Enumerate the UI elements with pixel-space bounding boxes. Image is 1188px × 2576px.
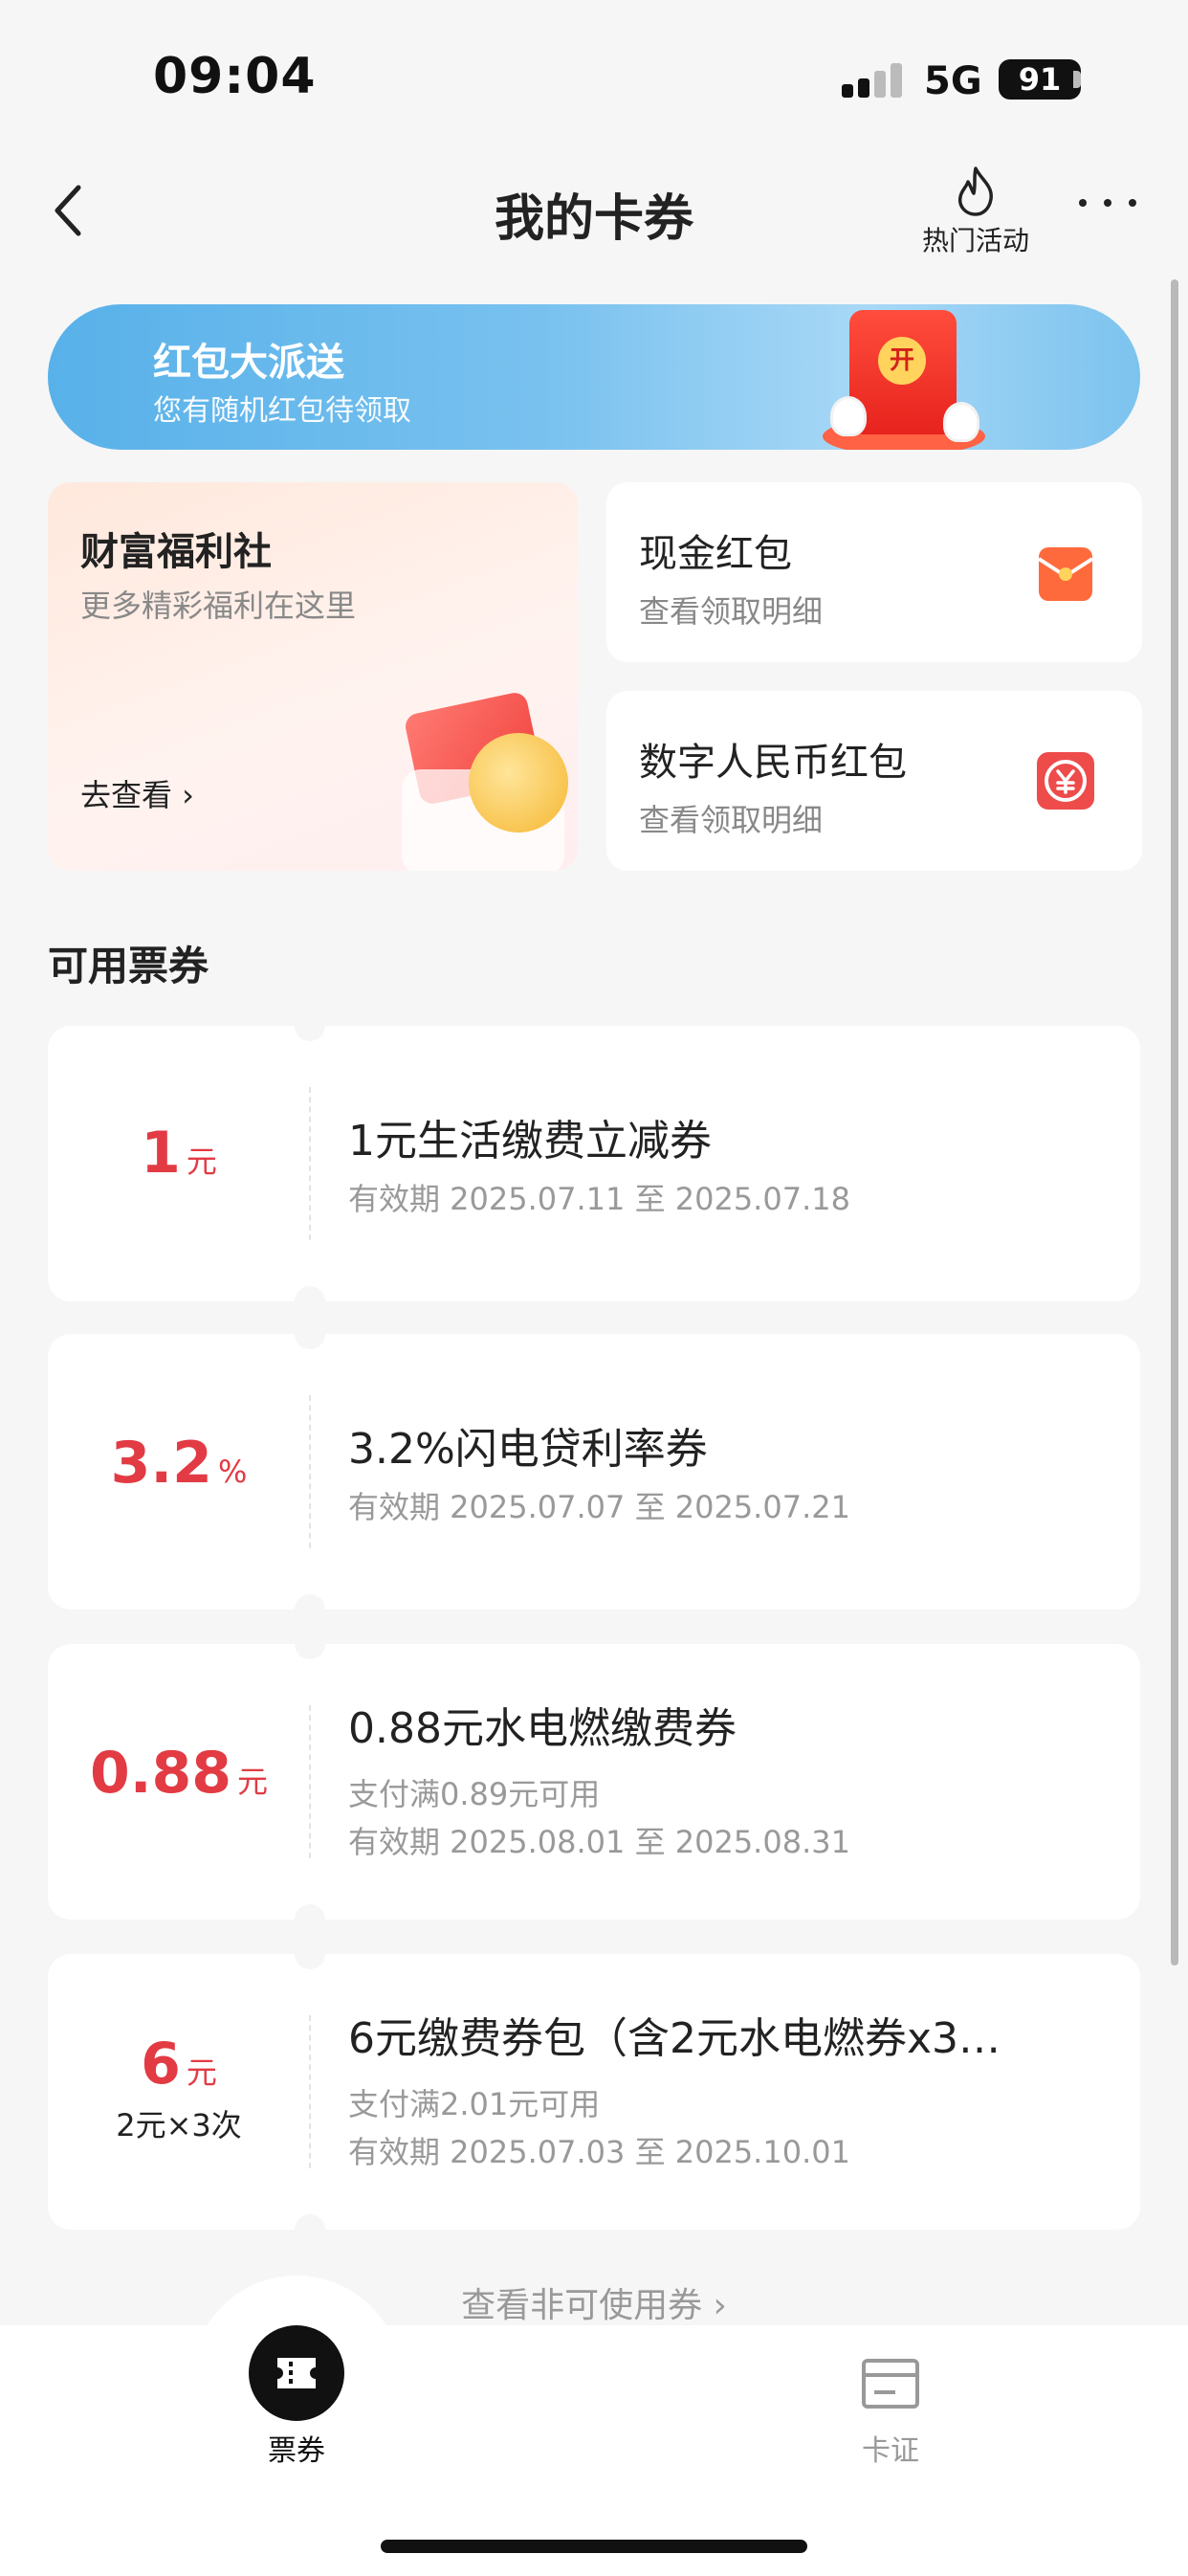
ecny-redpacket-title: 数字人民币红包: [639, 741, 907, 785]
coupon-amount: 3.2%: [48, 1430, 310, 1497]
coupon-condition: 支付满0.89元可用: [348, 1776, 601, 1812]
ecny-redpacket-card[interactable]: 数字人民币红包 查看领取明细: [606, 691, 1142, 871]
section-title: 可用票券: [48, 943, 209, 989]
coupon-amount-value: 3.2: [110, 1430, 212, 1497]
coupon-card[interactable]: 3.2% 3.2%闪电贷利率券 有效期 2025.07.07 至 2025.07…: [48, 1319, 1140, 1625]
wealth-view-link[interactable]: 去查看 ›: [80, 771, 194, 815]
tab-bar: [0, 2325, 1188, 2576]
tab-coupons-label[interactable]: 票券: [249, 2427, 344, 2469]
coupon-title: 0.88元水电燃缴费券: [348, 1704, 737, 1753]
cash-redpacket-card[interactable]: 现金红包 查看领取明细: [606, 482, 1142, 662]
coupon-amount-value: 1: [141, 1120, 181, 1187]
view-unusable-coupons-link[interactable]: 查看非可使用券 ›: [0, 2277, 1188, 2327]
coupon-validity: 有效期 2025.07.03 至 2025.10.01: [348, 2134, 850, 2170]
more-button[interactable]: [1075, 188, 1142, 216]
scrollbar[interactable]: [1171, 279, 1178, 1965]
coupon-amount-value: 6: [141, 2031, 181, 2098]
tab-cards-label[interactable]: 卡证: [843, 2427, 938, 2469]
ticket-icon: [277, 2358, 316, 2388]
cash-redpacket-subtitle: 查看领取明细: [639, 593, 824, 630]
coupon-validity: 有效期 2025.07.11 至 2025.07.18: [348, 1181, 850, 1217]
coupon-amount: 6元 2元×3次: [48, 2031, 310, 2145]
coupon-card[interactable]: 1元 1元生活缴费立减券 有效期 2025.07.11 至 2025.07.18: [48, 1010, 1140, 1317]
wealth-welfare-card[interactable]: 财富福利社 更多精彩福利在这里 去查看 ›: [48, 482, 578, 871]
red-envelope-icon: [1037, 547, 1094, 601]
banner-subtitle: 您有随机红包待领取: [153, 394, 411, 428]
lucky-cat-icon: [943, 402, 979, 442]
coupon-amount-unit: 元: [237, 1764, 269, 1800]
coupon-amount-unit: 元: [186, 1144, 217, 1180]
coupon-condition: 支付满2.01元可用: [348, 2086, 601, 2122]
card-icon[interactable]: [861, 2358, 920, 2409]
flame-icon: [957, 167, 993, 216]
coupon-amount-unit: %: [217, 1454, 248, 1490]
coupon-card[interactable]: 6元 2元×3次 6元缴费券包（含2元水电燃券x3… 支付满2.01元可用 有效…: [48, 1939, 1140, 2245]
ecny-redpacket-subtitle: 查看领取明细: [639, 802, 824, 838]
redpacket-banner[interactable]: 红包大派送 您有随机红包待领取 开: [48, 304, 1140, 450]
network-type: 5G: [924, 59, 982, 103]
coupon-amount-note: 2元×3次: [116, 2107, 242, 2143]
coupon-title: 3.2%闪电贷利率券: [348, 1425, 708, 1474]
hot-activity-label: 热门活动: [921, 225, 1029, 256]
coupon-title: 6元缴费券包（含2元水电燃券x3…: [348, 2014, 1001, 2063]
cash-redpacket-title: 现金红包: [639, 532, 792, 576]
coupon-validity: 有效期 2025.08.01 至 2025.08.31: [348, 1824, 850, 1860]
lucky-cat-icon: [830, 396, 867, 436]
battery-tip: [1073, 71, 1081, 88]
home-indicator: [381, 2540, 807, 2553]
status-time: 09:04: [153, 48, 317, 105]
wealth-subtitle: 更多精彩福利在这里: [80, 588, 357, 624]
wealth-title: 财富福利社: [80, 530, 272, 574]
envelope-seal: 开: [878, 337, 926, 385]
signal-icon: [842, 63, 903, 98]
hot-activity-button[interactable]: 热门活动: [909, 165, 1043, 258]
coupon-amount: 0.88 元: [48, 1740, 310, 1807]
coupon-amount: 1元: [48, 1120, 310, 1187]
coupon-amount-unit: 元: [186, 2054, 217, 2091]
coupon-title: 1元生活缴费立减券: [348, 1117, 712, 1166]
banner-title: 红包大派送: [153, 341, 344, 385]
tab-coupons[interactable]: [249, 2325, 344, 2421]
coupon-validity: 有效期 2025.07.07 至 2025.07.21: [348, 1489, 850, 1525]
digital-rmb-icon: [1037, 752, 1094, 810]
battery-icon: 91: [999, 59, 1081, 100]
gold-coin-icon: [469, 733, 568, 833]
coupon-card[interactable]: 0.88 元 0.88元水电燃缴费券 支付满0.89元可用 有效期 2025.08…: [48, 1629, 1140, 1935]
coupon-amount-value: 0.88: [89, 1740, 232, 1807]
